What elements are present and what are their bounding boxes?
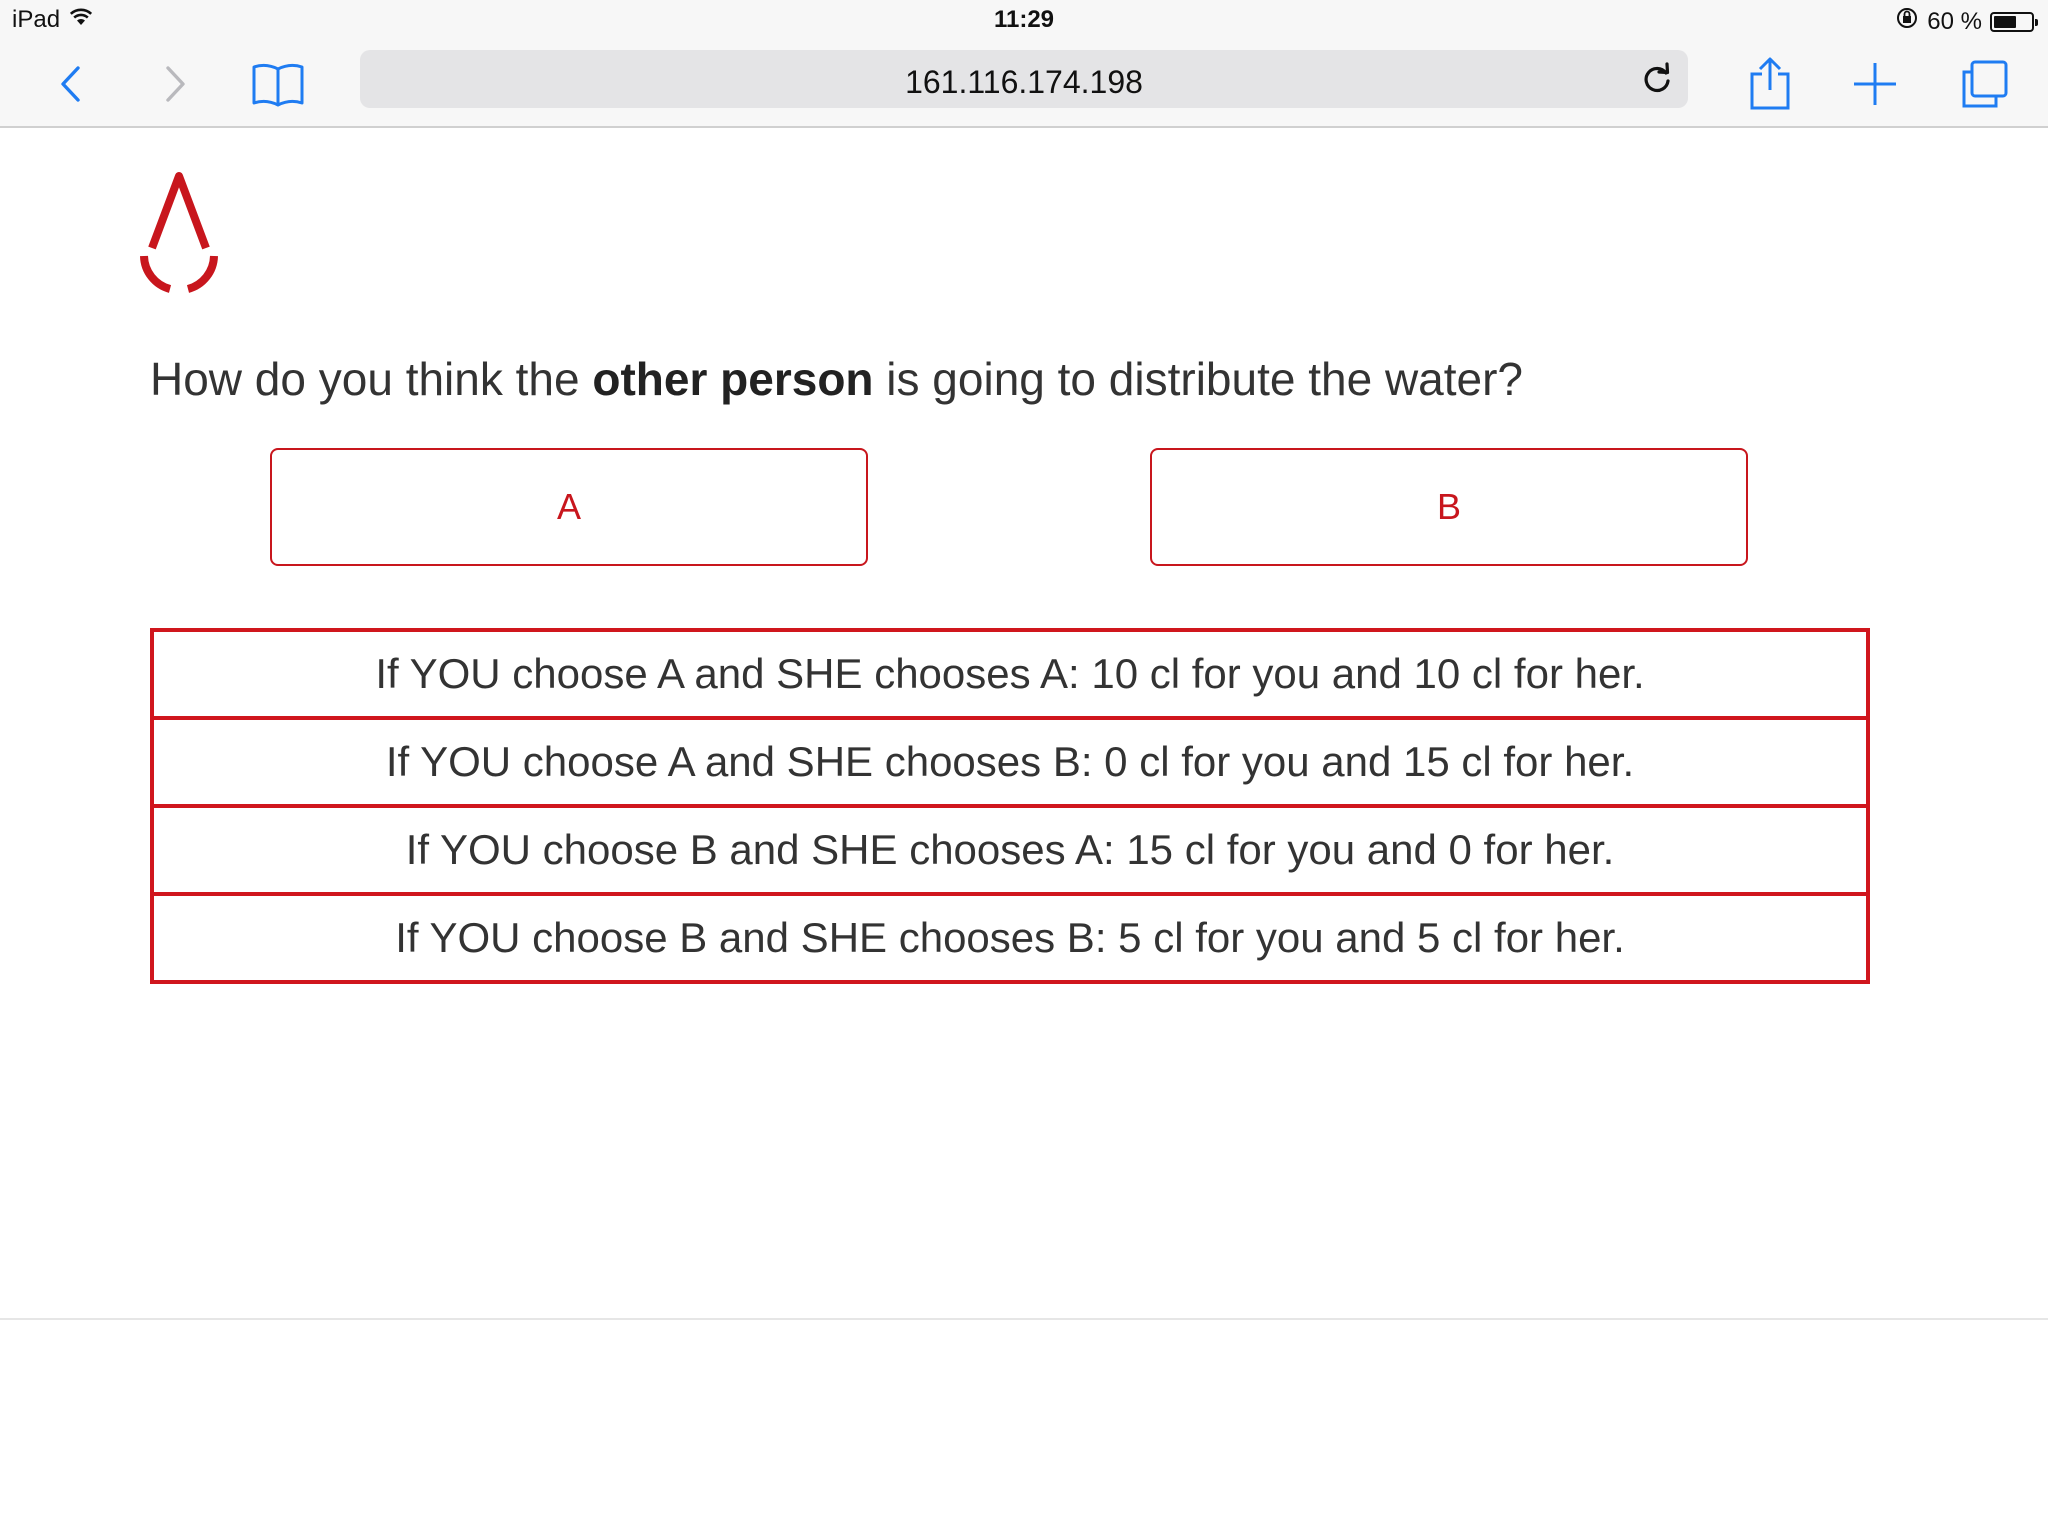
divider bbox=[0, 1318, 2048, 1320]
tabs-button[interactable] bbox=[1956, 40, 2012, 128]
reload-icon[interactable] bbox=[1640, 62, 1674, 96]
browser-toolbar: 161.116.174.198 bbox=[0, 40, 2048, 128]
status-time: 11:29 bbox=[993, 6, 1055, 33]
back-button[interactable] bbox=[50, 40, 90, 128]
battery-icon bbox=[1990, 11, 2038, 32]
url-text: 161.116.174.198 bbox=[905, 64, 1143, 100]
back-icon bbox=[61, 66, 80, 102]
tabs-icon bbox=[1962, 60, 2008, 108]
battery-percent: 60 % bbox=[1927, 7, 1982, 35]
question-before: How do you think the bbox=[150, 353, 593, 405]
new-tab-button[interactable] bbox=[1850, 40, 1900, 128]
forward-icon bbox=[166, 66, 185, 102]
share-button[interactable] bbox=[1744, 40, 1796, 128]
payoff-row: If YOU choose B and SHE chooses B: 5 cl … bbox=[395, 914, 1625, 961]
payoff-row: If YOU choose B and SHE chooses A: 15 cl… bbox=[154, 808, 1866, 896]
question-text: How do you think the other person is goi… bbox=[150, 352, 1523, 406]
water-drop-logo bbox=[140, 172, 218, 293]
forward-button[interactable] bbox=[156, 40, 196, 128]
choice-a-button[interactable]: A bbox=[270, 448, 868, 566]
bookmarks-button[interactable] bbox=[246, 40, 310, 128]
lock-rotation-icon bbox=[1895, 6, 1919, 37]
payoff-row: If YOU choose A and SHE chooses A: 10 cl… bbox=[154, 632, 1866, 720]
payoff-table: If YOU choose A and SHE chooses A: 10 cl… bbox=[150, 628, 1870, 984]
address-bar[interactable]: 161.116.174.198 bbox=[360, 50, 1688, 108]
status-right: 60 % bbox=[1895, 6, 2038, 37]
status-bar: iPad 11:29 60 % bbox=[0, 0, 2048, 40]
choice-b-button[interactable]: B bbox=[1150, 448, 1748, 566]
question-emphasis: other person bbox=[592, 353, 874, 405]
payoff-row: If YOU choose A and SHE chooses B: 0 cl … bbox=[154, 720, 1866, 808]
share-icon bbox=[1750, 57, 1790, 110]
question-after: is going to distribute the water? bbox=[873, 353, 1524, 405]
new-tab-icon bbox=[1854, 63, 1896, 105]
bookmarks-icon bbox=[252, 63, 304, 107]
